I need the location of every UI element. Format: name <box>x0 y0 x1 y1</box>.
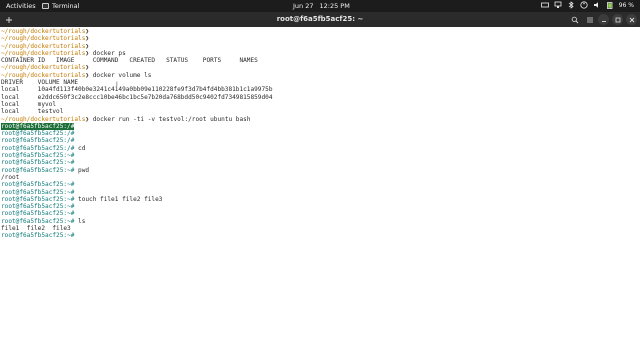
shell-prompt: ~/rough/dockertutorials <box>1 28 86 35</box>
root-prompt: root@f6a5fb5acf25:~# <box>1 210 75 218</box>
command-output: local myvol <box>1 100 57 108</box>
terminal-line: root@f6a5fb5acf25:~# <box>1 159 640 166</box>
terminal-line: local testvol <box>1 108 640 115</box>
command-output: local testvol <box>1 108 64 116</box>
terminal-line: DRIVER VOLUME NAME <box>1 79 640 86</box>
battery-percentage: 96 % <box>618 1 634 9</box>
terminal-line: ~/rough/dockertutorials❯ docker run -ti … <box>1 116 640 123</box>
accessibility-icon <box>580 1 588 9</box>
terminal-line: ~/rough/dockertutorials❯ docker ps <box>1 50 640 57</box>
volume-icon <box>593 1 601 9</box>
command-output: local e2ddc650f3c2e8ccc10be46bc1bc5e7b20… <box>1 93 273 101</box>
terminal-line: ~/rough/dockertutorials❯ docker volume l… <box>1 72 640 79</box>
terminal-line: ~/rough/dockertutorials❯ <box>1 28 640 35</box>
system-tray[interactable]: 96 % <box>540 1 634 9</box>
clock[interactable]: Jun 27 12:25 PM <box>293 2 350 10</box>
terminal-line: local myvol <box>1 101 640 108</box>
command-output: CONTAINER ID IMAGE COMMAND CREATED STATU… <box>1 57 258 65</box>
root-prompt: root@f6a5fb5acf25:~# <box>1 195 75 203</box>
root-prompt: root@f6a5fb5acf25:~# <box>1 159 75 167</box>
shell-prompt: ~/rough/dockertutorials <box>1 71 86 79</box>
minimize-button[interactable] <box>598 14 609 25</box>
terminal-line: local e2ddc650f3c2e8ccc10be46bc1bc5e7b20… <box>1 94 640 101</box>
terminal-app-icon <box>42 3 49 9</box>
terminal-line: root@f6a5fb5acf25:~# touch file1 file2 f… <box>1 196 640 203</box>
prompt-chevron-icon: ❯ <box>85 64 90 72</box>
terminal-line: root@f6a5fb5acf25:~# <box>1 232 640 239</box>
menu-button[interactable] <box>584 14 595 25</box>
activities-button[interactable]: Activities <box>6 2 36 10</box>
shell-prompt: ~/rough/dockertutorials <box>1 42 86 50</box>
text-cursor-icon: I <box>116 81 118 88</box>
system-top-bar: Activities Terminal Jun 27 12:25 PM 96 % <box>0 0 640 12</box>
network-icon <box>554 1 562 9</box>
maximize-button[interactable] <box>612 14 623 25</box>
window-title: root@f6a5fb5acf25: ~ <box>276 15 364 23</box>
selected-root-prompt: root@f6a5fb5acf25:/# <box>1 122 75 130</box>
terminal-line: file1 file2 file3 <box>1 225 640 232</box>
shell-prompt: ~/rough/dockertutorials <box>1 49 86 57</box>
terminal-line: root@f6a5fb5acf25:/# <box>1 122 640 130</box>
command-text: cd <box>74 144 86 152</box>
terminal-line: root@f6a5fb5acf25:/# <box>1 130 640 137</box>
root-prompt: root@f6a5fb5acf25:/# <box>1 130 75 138</box>
command-text: ls <box>74 217 86 225</box>
command-text: touch file1 file2 file3 <box>74 195 163 203</box>
app-name: Terminal <box>52 2 80 10</box>
command-text: pwd <box>74 166 90 174</box>
battery-icon <box>606 1 614 9</box>
terminal-line: CONTAINER ID IMAGE COMMAND CREATED STATU… <box>1 57 640 64</box>
terminal-line: root@f6a5fb5acf25:/# cd <box>1 145 640 152</box>
terminal-output[interactable]: ~/rough/dockertutorials❯ ~/rough/dockertu… <box>0 27 640 360</box>
root-prompt: root@f6a5fb5acf25:~# <box>1 188 75 196</box>
root-prompt: root@f6a5fb5acf25:~# <box>1 166 75 174</box>
command-text: docker ps <box>89 49 126 57</box>
prompt-chevron-icon: ❯ <box>85 42 90 50</box>
root-prompt: root@f6a5fb5acf25:~# <box>1 152 75 160</box>
root-prompt: root@f6a5fb5acf25:~# <box>1 181 75 189</box>
close-button[interactable] <box>626 14 637 25</box>
clock-date: Jun 27 <box>293 2 314 10</box>
terminal-line: root@f6a5fb5acf25:~# <box>1 181 640 188</box>
terminal-line: root@f6a5fb5acf25:~# <box>1 210 640 217</box>
command-output: local 10a4fd113f40b0e3241c4149a0bb09e110… <box>1 86 273 94</box>
terminal-line: root@f6a5fb5acf25:/# <box>1 137 640 144</box>
terminal-line: root@f6a5fb5acf25:~# <box>1 152 640 159</box>
terminal-line: ~/rough/dockertutorials❯ <box>1 64 640 71</box>
command-text: docker volume ls <box>89 71 152 79</box>
terminal-line: ~/rough/dockertutorials❯ <box>1 35 640 42</box>
terminal-line: root@f6a5fb5acf25:~# <box>1 189 640 196</box>
root-prompt: root@f6a5fb5acf25:/# <box>1 137 75 145</box>
shell-prompt: ~/rough/dockertutorials <box>1 64 86 72</box>
terminal-line: ~/rough/dockertutorials❯ <box>1 43 640 50</box>
command-output: DRIVER VOLUME NAME <box>1 79 79 87</box>
app-menu[interactable]: Terminal <box>42 2 79 10</box>
shell-prompt: ~/rough/dockertutorials <box>1 115 86 123</box>
root-prompt: root@f6a5fb5acf25:~# <box>1 217 75 225</box>
root-prompt: root@f6a5fb5acf25:/# <box>1 144 75 152</box>
terminal-line: local 10a4fd113f40b0e3241c4149a0bb09e110… <box>1 86 640 93</box>
bluetooth-icon <box>567 1 575 9</box>
root-prompt: root@f6a5fb5acf25:~# <box>1 232 75 240</box>
terminal-line: root@f6a5fb5acf25:~# pwd <box>1 167 640 174</box>
command-output: file1 file2 file3 <box>1 225 71 233</box>
terminal-line: root@f6a5fb5acf25:~# ls <box>1 218 640 225</box>
keyboard-icon <box>540 1 549 9</box>
terminal-line: /root <box>1 174 640 181</box>
prompt-chevron-icon: ❯ <box>85 28 90 35</box>
terminal-line: root@f6a5fb5acf25:~# <box>1 203 640 210</box>
command-output: /root <box>1 173 20 181</box>
terminal-title-bar[interactable]: root@f6a5fb5acf25: ~ <box>0 12 640 27</box>
prompt-chevron-icon: ❯ <box>85 35 90 43</box>
shell-prompt: ~/rough/dockertutorials <box>1 35 86 43</box>
clock-time: 12:25 PM <box>319 2 350 10</box>
root-prompt: root@f6a5fb5acf25:~# <box>1 203 75 211</box>
search-button[interactable] <box>569 14 580 25</box>
command-text: docker run -ti -v testvol:/root ubuntu b… <box>89 115 251 123</box>
